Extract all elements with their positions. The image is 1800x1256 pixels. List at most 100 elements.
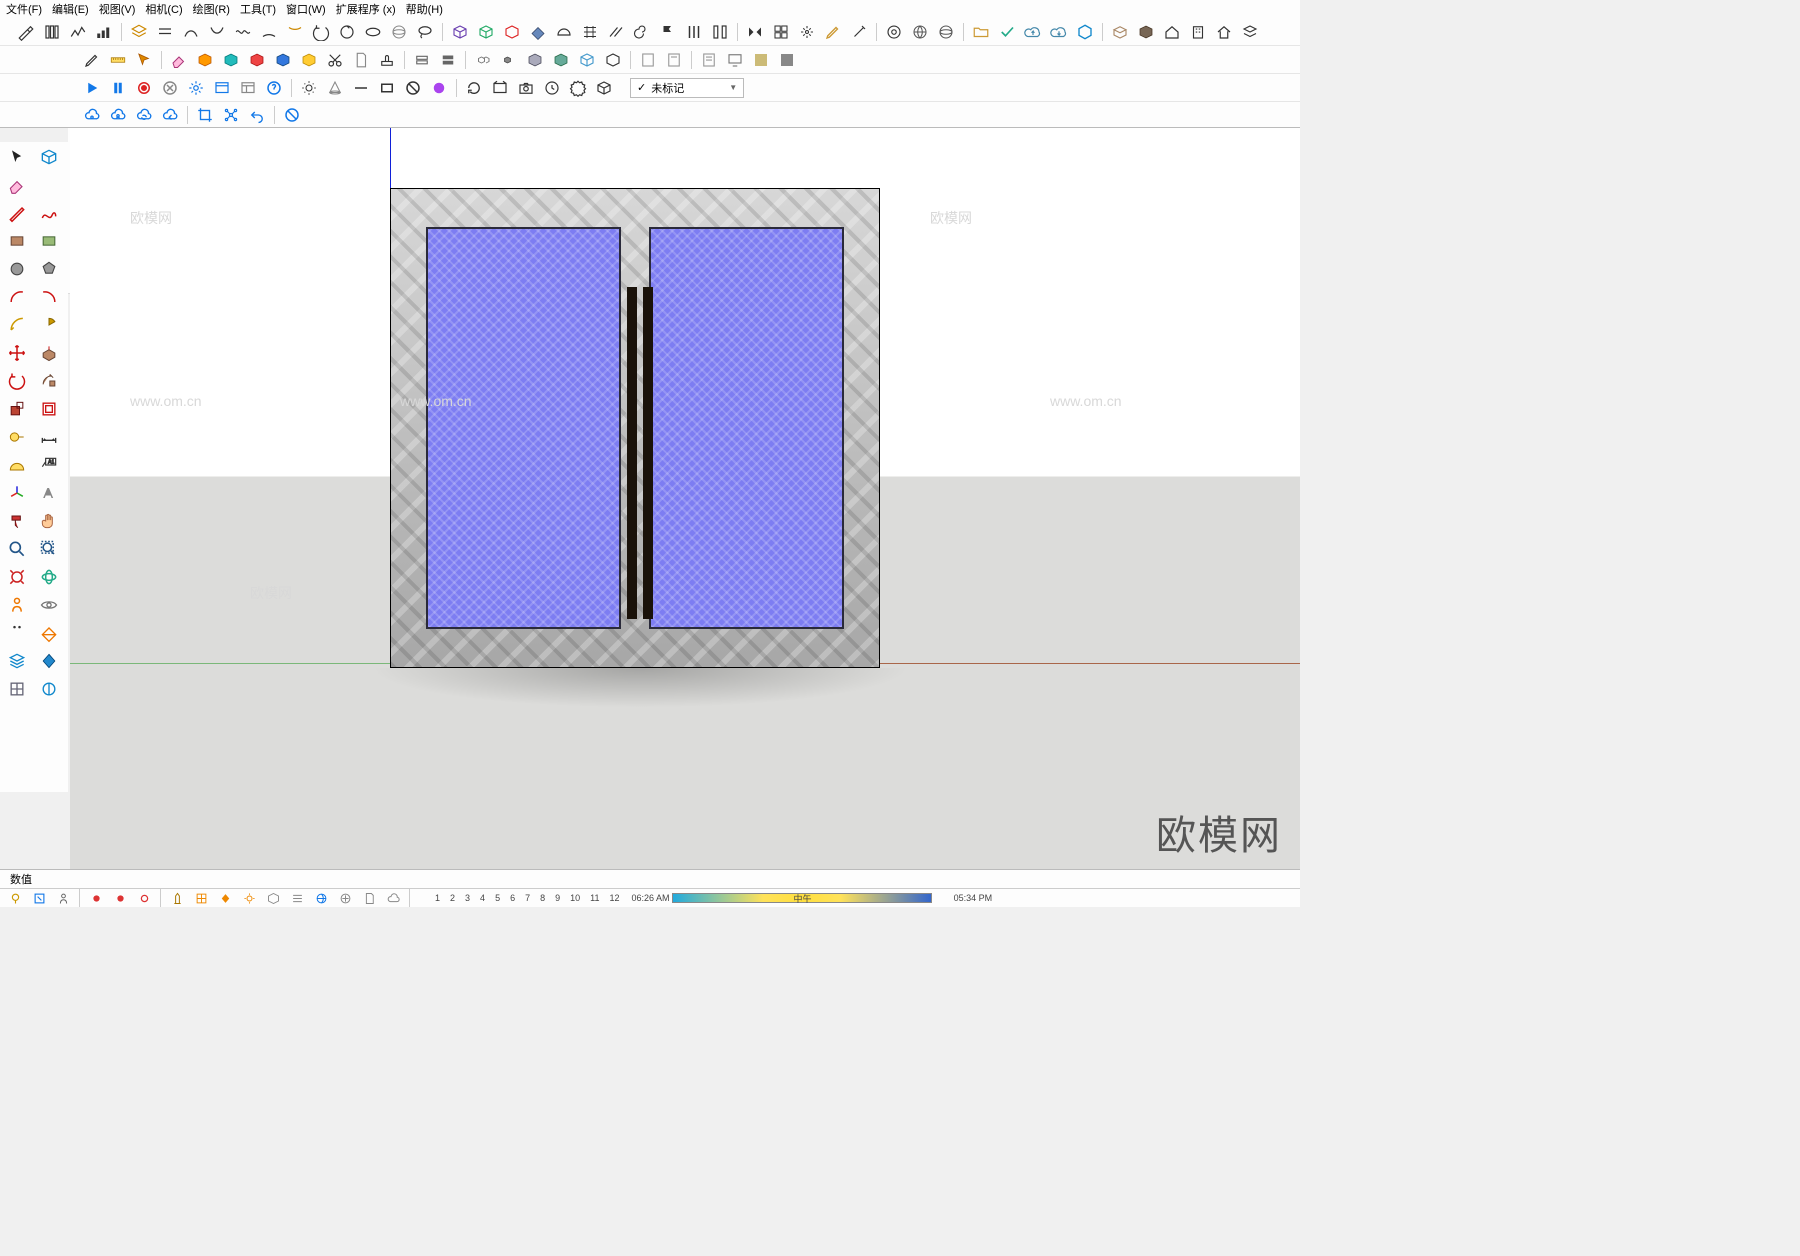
- sheet3-icon[interactable]: [697, 49, 721, 71]
- dome-icon[interactable]: [552, 21, 576, 43]
- pointer-icon[interactable]: [2, 144, 32, 170]
- viewport-3d[interactable]: 欧模网 www.om.cn www.om.cn 欧模网 欧模网 www.om.c…: [70, 128, 1300, 869]
- paint-tool-icon[interactable]: [2, 508, 32, 534]
- cube2-icon[interactable]: [474, 21, 498, 43]
- camera-icon[interactable]: [514, 77, 538, 99]
- globe2-icon[interactable]: [934, 21, 958, 43]
- menu-help[interactable]: 帮助(H): [406, 1, 443, 17]
- cubes3-icon[interactable]: [523, 49, 547, 71]
- comp-icon[interactable]: [334, 890, 356, 907]
- undo-icon[interactable]: [245, 104, 269, 126]
- walk-tool-icon[interactable]: [2, 620, 32, 646]
- arc-tool-icon[interactable]: [2, 284, 32, 310]
- stack2-icon[interactable]: [436, 49, 460, 71]
- pushpull-icon[interactable]: [34, 340, 64, 366]
- select-status-icon[interactable]: [28, 890, 50, 907]
- protractor-icon[interactable]: [2, 452, 32, 478]
- rotate-tool-icon[interactable]: [2, 368, 32, 394]
- box-red-icon[interactable]: [245, 49, 269, 71]
- home-icon[interactable]: [1160, 21, 1184, 43]
- person-status-icon[interactable]: [52, 890, 74, 907]
- rect-icon[interactable]: [375, 77, 399, 99]
- dot3-icon[interactable]: [133, 890, 155, 907]
- brush-icon[interactable]: [14, 21, 38, 43]
- eraser2-icon[interactable]: [167, 49, 191, 71]
- arc2-icon[interactable]: [283, 21, 307, 43]
- forbid-icon[interactable]: [280, 104, 304, 126]
- check-icon[interactable]: [995, 21, 1019, 43]
- cut-icon[interactable]: [323, 49, 347, 71]
- geo2-icon[interactable]: [310, 890, 332, 907]
- cloud-up-icon[interactable]: [1021, 21, 1045, 43]
- list-status-icon[interactable]: [286, 890, 308, 907]
- circle-tool-icon[interactable]: [2, 256, 32, 282]
- 3dtext-icon[interactable]: [34, 480, 64, 506]
- orbit-tool-icon[interactable]: [34, 564, 64, 590]
- zoom-window-icon[interactable]: [34, 536, 64, 562]
- box-status-icon[interactable]: [262, 890, 284, 907]
- box-yellow-icon[interactable]: [297, 49, 321, 71]
- cubes1-icon[interactable]: [471, 49, 495, 71]
- dimension-icon[interactable]: [34, 424, 64, 450]
- radial-icon[interactable]: [795, 21, 819, 43]
- parallel-icon[interactable]: [604, 21, 628, 43]
- loop-icon[interactable]: [335, 21, 359, 43]
- mirror-icon[interactable]: [743, 21, 767, 43]
- geo-icon[interactable]: [4, 890, 26, 907]
- columns2-icon[interactable]: [708, 21, 732, 43]
- cloud-status-icon[interactable]: [382, 890, 404, 907]
- menu-tools[interactable]: 工具(T): [240, 1, 276, 17]
- pause-icon[interactable]: [106, 77, 130, 99]
- person-tool-icon[interactable]: [2, 592, 32, 618]
- ruler-icon[interactable]: [106, 49, 130, 71]
- cone-icon[interactable]: [323, 77, 347, 99]
- play-icon[interactable]: [80, 77, 104, 99]
- rect2-tool-icon[interactable]: [34, 228, 64, 254]
- offset-tool-icon[interactable]: [34, 396, 64, 422]
- cloud-down-icon[interactable]: [1047, 21, 1071, 43]
- pencil-tool-icon[interactable]: [2, 200, 32, 226]
- stripes-icon[interactable]: [682, 21, 706, 43]
- cloud-sync-icon[interactable]: [132, 104, 156, 126]
- sheet2-icon[interactable]: [662, 49, 686, 71]
- window-icon[interactable]: [210, 77, 234, 99]
- swatch2-icon[interactable]: [775, 49, 799, 71]
- sun-status-icon[interactable]: [238, 890, 260, 907]
- axes-tool-icon[interactable]: [2, 480, 32, 506]
- tower-icon[interactable]: [166, 890, 188, 907]
- rotate-arc-icon[interactable]: [309, 21, 333, 43]
- folder-icon[interactable]: [969, 21, 993, 43]
- menu-view[interactable]: 视图(V): [99, 1, 136, 17]
- doc-icon[interactable]: [349, 49, 373, 71]
- wand-icon[interactable]: [847, 21, 871, 43]
- curve1-icon[interactable]: [179, 21, 203, 43]
- swatch1-icon[interactable]: [749, 49, 773, 71]
- refresh-icon[interactable]: [462, 77, 486, 99]
- screen-icon[interactable]: [723, 49, 747, 71]
- record-icon[interactable]: [132, 77, 156, 99]
- badge-icon[interactable]: [566, 77, 590, 99]
- crop-icon[interactable]: [193, 104, 217, 126]
- parallel-lines-icon[interactable]: [153, 21, 177, 43]
- wave-icon[interactable]: [231, 21, 255, 43]
- cubes4-icon[interactable]: [549, 49, 573, 71]
- globe1-icon[interactable]: [908, 21, 932, 43]
- polygon-tool-icon[interactable]: [34, 256, 64, 282]
- pie-tool-icon[interactable]: [34, 312, 64, 338]
- diamond-tool-icon[interactable]: [34, 648, 64, 674]
- grid-status-icon[interactable]: [190, 890, 212, 907]
- clock-icon[interactable]: [540, 77, 564, 99]
- frame-icon[interactable]: [488, 77, 512, 99]
- cloud-person-icon[interactable]: [106, 104, 130, 126]
- text-tool-icon[interactable]: A1: [34, 452, 64, 478]
- pen-icon[interactable]: [80, 49, 104, 71]
- hex-icon[interactable]: [1073, 21, 1097, 43]
- arc2-tool-icon[interactable]: [34, 284, 64, 310]
- gear-icon[interactable]: [184, 77, 208, 99]
- help-icon[interactable]: [262, 77, 286, 99]
- dot-purple-icon[interactable]: [427, 77, 451, 99]
- stamp-icon[interactable]: [375, 49, 399, 71]
- flag-icon[interactable]: [656, 21, 680, 43]
- menu-edit[interactable]: 编辑(E): [52, 1, 89, 17]
- package-icon[interactable]: [592, 77, 616, 99]
